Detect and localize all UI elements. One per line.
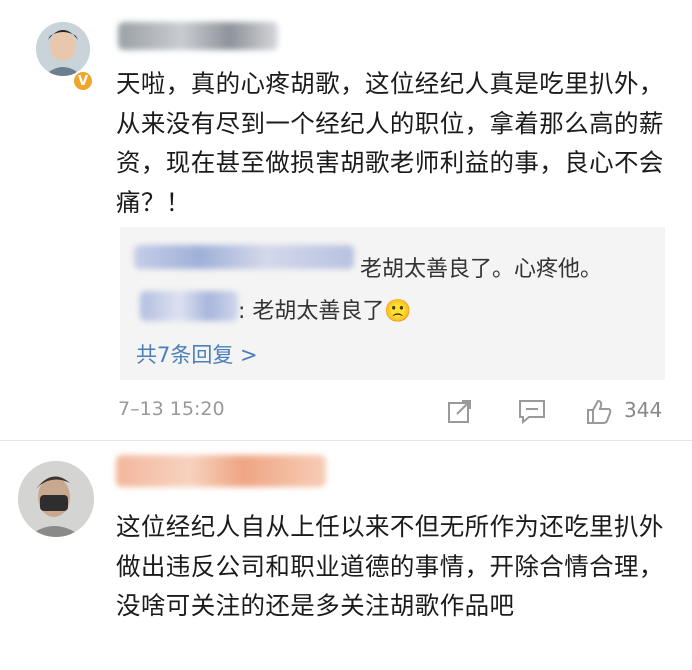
comment-text: 天啦，真的心疼胡歌，这位经纪人真是吃里扒外，从来没有尽到一个经纪人的职位，拿着那… [116,69,664,217]
reply-username-redacted [140,291,238,321]
like-icon[interactable] [585,398,613,430]
reply-text: : 老胡太善良了🙁 [238,299,412,324]
reply-text: 老胡太善良了。心疼他。 [360,257,603,282]
timestamp: 7–13 15:20 [118,398,225,420]
verified-badge-icon: V [72,70,94,92]
reply-preview-box[interactable]: 老胡太善良了。心疼他。 : 老胡太善良了🙁 共7条回复 > [120,227,665,380]
avatar[interactable] [36,22,90,76]
more-replies-link[interactable]: 共7条回复 > [136,339,258,369]
comment-item: 这位经纪人自从上任以来不但无所作为还吃里扒外做出违反公司和职业道德的事情，开除合… [0,441,692,670]
comment-item: V 天啦，真的心疼胡歌，这位经纪人真是吃里扒外，从来没有尽到一个经纪人的职位，拿… [0,0,692,441]
comment-text: 这位经纪人自从上任以来不但无所作为还吃里扒外做出违反公司和职业道德的事情，开除合… [116,512,664,620]
sad-emoji-icon: 🙁 [384,299,412,324]
username-redacted[interactable] [116,455,326,487]
reply-username-redacted [134,245,354,269]
username-redacted[interactable] [118,22,278,50]
share-icon[interactable] [447,398,473,428]
like-count: 344 [624,398,663,422]
avatar[interactable] [18,461,94,537]
comment-icon[interactable] [518,398,546,428]
